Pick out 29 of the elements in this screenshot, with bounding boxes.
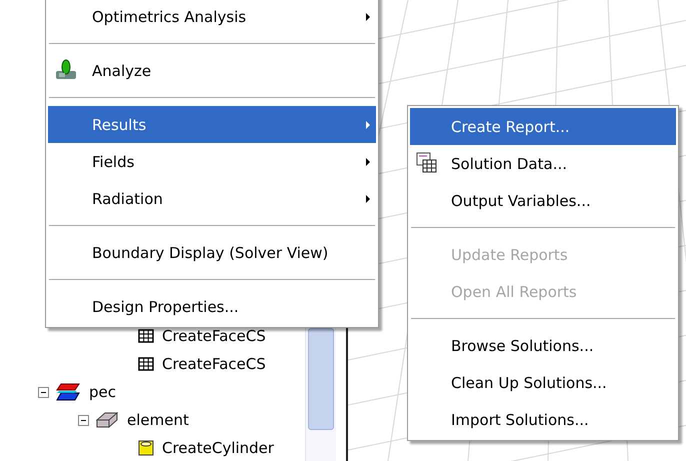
- tree-item-label[interactable]: pec: [89, 383, 116, 401]
- cylinder-icon: [138, 440, 154, 456]
- submenu-arrow-icon: [366, 158, 370, 166]
- menu-item[interactable]: Optimetrics Analysis: [48, 0, 376, 35]
- submenu-arrow-icon: [366, 12, 370, 20]
- menu-item[interactable]: Boundary Display (Solver View): [48, 234, 376, 271]
- table-icon: [416, 152, 438, 174]
- menu-item[interactable]: Browse Solutions...: [410, 327, 676, 364]
- menu-item[interactable]: Create Report...: [410, 108, 676, 145]
- submenu-arrow-icon: [366, 120, 370, 128]
- layers-icon: [55, 382, 81, 402]
- menu-item[interactable]: Output Variables...: [410, 182, 676, 219]
- tree-item-label[interactable]: CreateFaceCS: [162, 355, 266, 373]
- menu-item[interactable]: Radiation: [48, 180, 376, 217]
- grid-icon: [138, 357, 154, 371]
- menu-item[interactable]: Results: [48, 106, 376, 143]
- menu-item[interactable]: Fields: [48, 143, 376, 180]
- collapse-icon[interactable]: [78, 414, 89, 426]
- menu-item[interactable]: Clean Up Solutions...: [410, 364, 676, 401]
- menu-item[interactable]: Import Solutions...: [410, 401, 676, 438]
- submenu-arrow-icon: [366, 194, 370, 202]
- tree-item-label[interactable]: CreateFaceCS: [162, 327, 266, 345]
- menu-item[interactable]: Design Properties...: [48, 288, 376, 325]
- box-icon: [95, 411, 119, 429]
- tree-item-label[interactable]: element: [127, 411, 189, 429]
- tree-item-label[interactable]: CreateCylinder: [162, 439, 274, 457]
- menu-item[interactable]: Solution Data...: [410, 145, 676, 182]
- menu-item[interactable]: Analyze: [48, 52, 376, 89]
- collapse-icon[interactable]: [38, 386, 49, 398]
